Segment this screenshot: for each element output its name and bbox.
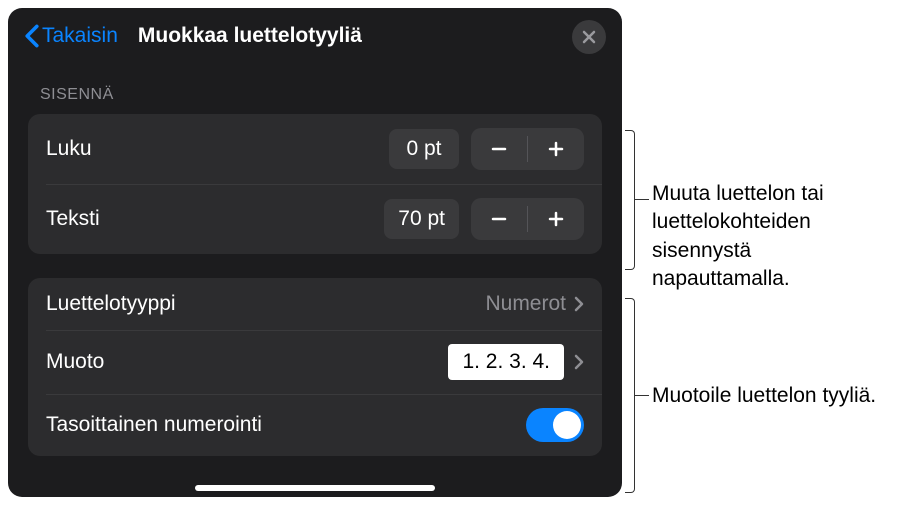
list-type-value: Numerot (485, 292, 566, 316)
indent-number-label: Luku (46, 137, 389, 161)
list-settings-card: Luettelotyyppi Numerot Muoto 1. 2. 3. 4.… (28, 278, 602, 456)
close-icon (582, 30, 596, 44)
chevron-right-icon (574, 296, 584, 312)
indent-number-increase[interactable] (528, 128, 584, 170)
list-type-row[interactable]: Luettelotyyppi Numerot (28, 278, 602, 330)
callout-format-text: Muotoile luettelon tyyliä. (652, 382, 892, 410)
indent-number-value[interactable]: 0 pt (389, 129, 459, 169)
tiered-numbering-toggle[interactable] (526, 408, 584, 442)
format-label: Muoto (46, 350, 448, 374)
format-preview: 1. 2. 3. 4. (448, 344, 564, 380)
chevron-left-icon (24, 24, 40, 48)
indent-number-stepper (471, 128, 584, 170)
tiered-numbering-row: Tasoittainen numerointi (28, 394, 602, 456)
indent-text-increase[interactable] (528, 198, 584, 240)
close-button[interactable] (572, 20, 606, 54)
format-row[interactable]: Muoto 1. 2. 3. 4. (28, 330, 602, 394)
indent-text-row: Teksti 70 pt (28, 184, 602, 254)
minus-icon (489, 209, 509, 229)
callout-line (635, 199, 649, 200)
indent-section-header: SISENNÄ (8, 64, 622, 114)
toggle-knob (553, 411, 581, 439)
plus-icon (546, 139, 566, 159)
callout-bracket (625, 130, 635, 270)
indent-text-value[interactable]: 70 pt (384, 199, 459, 239)
back-button[interactable]: Takaisin (24, 24, 118, 48)
list-type-label: Luettelotyyppi (46, 292, 485, 316)
home-indicator (195, 485, 435, 491)
panel-header: Takaisin Muokkaa luettelotyyliä (8, 8, 622, 64)
back-label: Takaisin (42, 24, 118, 48)
edit-list-style-panel: Takaisin Muokkaa luettelotyyliä SISENNÄ … (8, 8, 622, 497)
indent-text-label: Teksti (46, 207, 384, 231)
chevron-right-icon (574, 354, 584, 370)
panel-title: Muokkaa luettelotyyliä (138, 24, 362, 48)
plus-icon (546, 209, 566, 229)
indent-text-decrease[interactable] (471, 198, 527, 240)
indent-text-stepper (471, 198, 584, 240)
callout-line (635, 395, 649, 396)
indent-number-decrease[interactable] (471, 128, 527, 170)
tiered-numbering-label: Tasoittainen numerointi (46, 413, 526, 437)
minus-icon (489, 139, 509, 159)
callout-bracket (625, 298, 635, 493)
indent-card: Luku 0 pt Teksti 70 pt (28, 114, 602, 254)
callout-indent-text: Muuta luettelon tai luettelokohteiden si… (652, 180, 892, 293)
indent-number-row: Luku 0 pt (28, 114, 602, 184)
